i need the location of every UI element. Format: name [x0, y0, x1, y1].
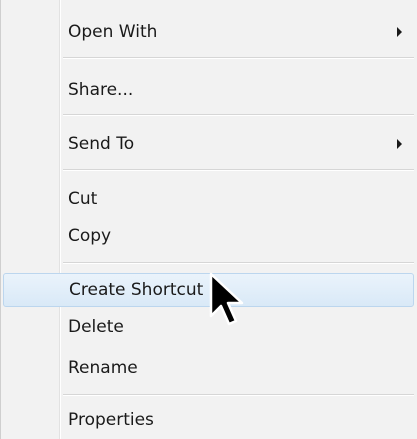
- menu-item-label: Cut: [68, 189, 98, 209]
- menu-separator: [63, 394, 414, 396]
- menu-item-send-to[interactable]: Send To: [3, 127, 414, 161]
- menu-item-copy[interactable]: Copy: [3, 219, 414, 253]
- menu-item-open-with[interactable]: Open With: [3, 15, 414, 49]
- menu-item-label: Send To: [68, 134, 135, 154]
- menu-item-label: Share...: [68, 80, 134, 100]
- menu-separator: [63, 169, 414, 171]
- mouse-pointer-icon: [209, 272, 244, 326]
- menu-item-label: Copy: [68, 226, 112, 246]
- context-menu: Open With Share... Send To Cut Copy Crea…: [0, 0, 417, 439]
- menu-item-label: Open With: [68, 22, 158, 42]
- menu-separator: [63, 262, 414, 264]
- chevron-right-icon: [397, 139, 402, 149]
- menu-item-label: Create Shortcut: [69, 280, 204, 300]
- menu-item-label: Delete: [68, 317, 124, 337]
- menu-item-label: Rename: [68, 358, 138, 378]
- menu-item-cut[interactable]: Cut: [3, 182, 414, 216]
- chevron-right-icon: [397, 27, 402, 37]
- menu-separator: [63, 114, 414, 116]
- menu-item-share[interactable]: Share...: [3, 73, 414, 107]
- menu-item-rename[interactable]: Rename: [3, 351, 414, 385]
- menu-item-properties[interactable]: Properties: [3, 403, 414, 437]
- menu-item-label: Properties: [68, 410, 154, 430]
- menu-separator: [63, 57, 414, 59]
